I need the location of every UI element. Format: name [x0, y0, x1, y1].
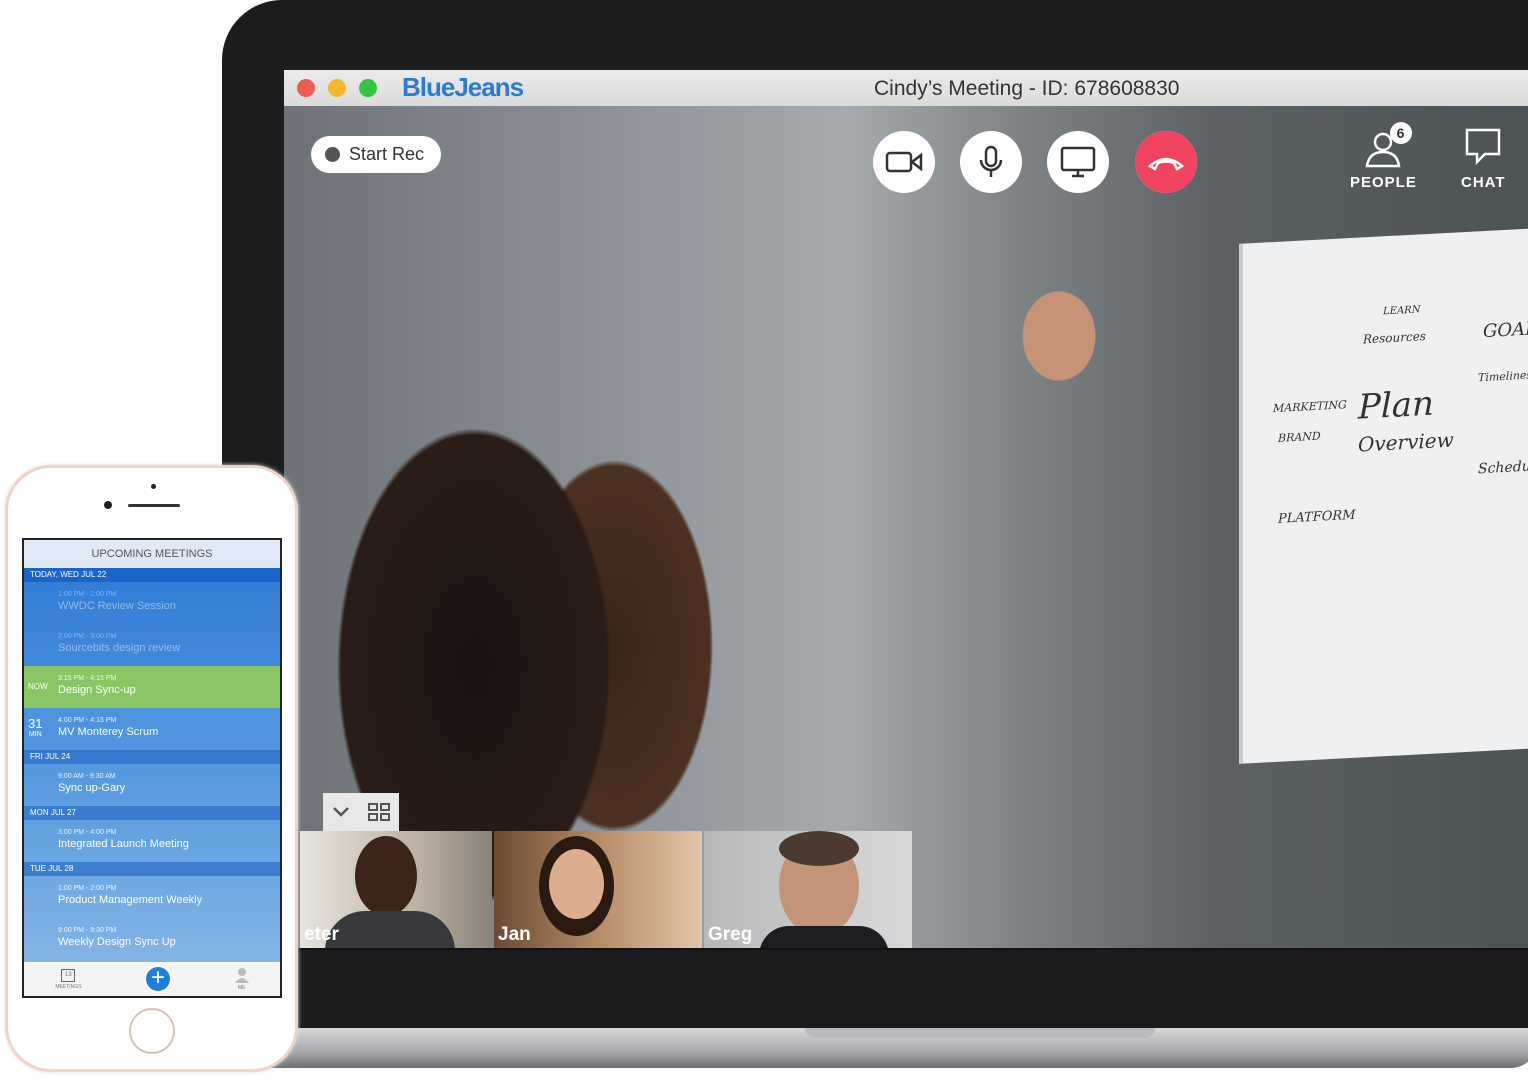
meeting-item[interactable]: 1:00 PM - 2:00 PM WWDC Review Session [24, 582, 280, 624]
whiteboard-text: LEARN [1383, 304, 1421, 318]
meeting-name: Sync up-Gary [58, 782, 126, 794]
phone-speaker [128, 504, 180, 507]
meeting-time: 1:00 PM - 2:00 PM [58, 885, 117, 892]
mute-button[interactable] [960, 131, 1022, 193]
participant-thumbnails: eter Jan Greg [300, 831, 912, 948]
date-section-header: TUE JUL 28 [24, 862, 280, 876]
meeting-time: 9:00 AM - 9:30 AM [58, 773, 116, 780]
meeting-name: Product Management Weekly [58, 894, 203, 906]
whiteboard-text: PLATFORM [1278, 507, 1356, 527]
home-button[interactable] [129, 1008, 175, 1054]
meeting-time: 2:00 PM - 3:00 PM [58, 633, 117, 640]
meeting-item-now[interactable]: NOW 3:15 PM - 4:15 PM Design Sync-up [24, 666, 280, 708]
title-bar: BlueJeans Cindy’s Meeting - ID: 67860883… [284, 70, 1528, 106]
chevron-down-icon[interactable] [332, 806, 350, 818]
participant-tile[interactable]: Jan [494, 831, 702, 948]
person-icon [234, 968, 249, 983]
meeting-name: Sourcebits design review [58, 642, 181, 654]
whiteboard-text: MARKETING [1273, 398, 1347, 416]
chat-button[interactable]: CHAT [1461, 124, 1506, 191]
phone-screen: UPCOMING MEETINGS TODAY, WED JUL 22 1:00… [22, 538, 282, 998]
calendar-icon: 13 [61, 968, 76, 982]
video-camera-icon [885, 151, 923, 173]
end-call-button[interactable] [1135, 131, 1197, 193]
upcoming-meetings-header: UPCOMING MEETINGS [24, 540, 280, 568]
record-label: Start Rec [349, 144, 425, 164]
thumbnail-toolbar [323, 793, 399, 831]
participant-tile[interactable]: Greg [704, 831, 912, 948]
meeting-time: 3:15 PM - 4:15 PM [58, 675, 117, 682]
people-label: PEOPLE [1350, 174, 1417, 191]
minutes-until: 31 [28, 716, 43, 731]
meeting-time: 4:00 PM - 4:15 PM [58, 717, 117, 724]
video-toggle-button[interactable] [873, 131, 935, 193]
meeting-item[interactable]: 9:00 AM - 9:30 AM Sync up-Gary [24, 764, 280, 806]
whiteboard-text: Plan [1358, 383, 1434, 428]
record-icon [325, 147, 340, 162]
laptop-notch [805, 1028, 1155, 1038]
minutes-label: MIN [28, 731, 42, 738]
whiteboard-text: Timelines [1478, 368, 1528, 385]
tab-label: ME [237, 985, 246, 991]
meeting-item[interactable]: 3:00 PM - 4:00 PM Integrated Launch Meeti… [24, 820, 280, 862]
meeting-name: Weekly Design Sync Up [58, 936, 176, 948]
whiteboard-text: Schedule [1478, 457, 1528, 478]
hang-up-icon [1147, 157, 1185, 171]
meeting-window: BlueJeans Cindy’s Meeting - ID: 67860883… [284, 70, 1528, 950]
maximize-button[interactable] [359, 79, 377, 97]
meeting-item[interactable]: 31 MIN 4:00 PM - 4:15 PM MV Monterey Scrum [24, 708, 280, 750]
meeting-item[interactable]: 1:00 PM - 2:00 PM Product Management Week… [24, 876, 280, 918]
app-logo: BlueJeans [402, 72, 524, 102]
monitor-icon [1060, 146, 1096, 178]
meeting-item[interactable]: 2:00 PM - 3:00 PM Sourcebits design revie… [24, 624, 280, 666]
whiteboard: Plan Overview GOALS LEARN Resources MARK… [1239, 228, 1528, 764]
add-meeting-button[interactable]: + [144, 965, 173, 993]
main-video: Plan Overview GOALS LEARN Resources MARK… [284, 106, 1528, 948]
participant-name: Greg [708, 924, 753, 945]
people-button[interactable]: 6 PEOPLE [1350, 122, 1417, 191]
microphone-icon [979, 145, 1003, 177]
whiteboard-text: GOALS [1483, 317, 1528, 343]
meeting-item[interactable]: 9:00 PM - 9:30 PM Weekly Design Sync Up [24, 918, 280, 960]
chat-label: CHAT [1461, 174, 1506, 191]
close-button[interactable] [297, 79, 315, 97]
start-recording-button[interactable]: Start Rec [311, 136, 441, 173]
meeting-time: 3:00 PM - 4:00 PM [58, 829, 117, 836]
whiteboard-text: BRAND [1278, 429, 1321, 445]
people-count-badge: 6 [1390, 122, 1412, 144]
phone-camera [104, 501, 112, 509]
participant-name: eter [304, 924, 339, 945]
meeting-name: Integrated Launch Meeting [58, 838, 189, 850]
date-section-header: TODAY, WED JUL 22 [24, 568, 280, 582]
whiteboard-text: Overview [1358, 427, 1454, 457]
tab-meetings[interactable]: 13 MEETINGS [55, 968, 82, 990]
screen-share-button[interactable] [1047, 131, 1109, 193]
now-label: NOW [28, 682, 48, 691]
whiteboard-text: Resources [1363, 329, 1426, 347]
window-title: Cindy’s Meeting - ID: 678608830 [874, 77, 1180, 100]
tab-me[interactable]: ME [234, 967, 249, 991]
participant-tile[interactable]: eter [300, 831, 492, 948]
date-section-header: FRI JUL 24 [24, 750, 280, 764]
minimize-button[interactable] [328, 79, 346, 97]
phone-frame: UPCOMING MEETINGS TODAY, WED JUL 22 1:00… [5, 465, 298, 1072]
date-section-header: MON JUL 27 [24, 806, 280, 820]
meeting-time: 1:00 PM - 2:00 PM [58, 591, 117, 598]
phone-tab-bar: 13 MEETINGS + ME [24, 962, 280, 996]
participant-name: Jan [498, 924, 531, 945]
phone-sensor [151, 484, 156, 489]
tab-label: MEETINGS [55, 983, 82, 990]
meeting-name: WWDC Review Session [58, 600, 176, 612]
chat-bubble-icon [1466, 128, 1501, 166]
meeting-name: Design Sync-up [58, 684, 136, 696]
meeting-name: MV Monterey Scrum [58, 726, 159, 738]
grid-view-icon[interactable] [367, 802, 391, 822]
meeting-time: 9:00 PM - 9:30 PM [58, 927, 117, 934]
